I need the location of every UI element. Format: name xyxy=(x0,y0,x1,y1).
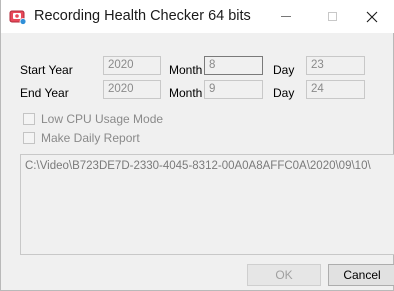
end-month-field[interactable]: 9 xyxy=(204,80,263,99)
start-year-field[interactable]: 2020 xyxy=(103,56,161,75)
start-day-label: Day xyxy=(273,63,295,77)
output-path-box[interactable]: C:\Video\B723DE7D-2330-4045-8312-00A0A8A… xyxy=(20,154,394,255)
daily-report-label: Make Daily Report xyxy=(41,131,140,145)
close-icon xyxy=(366,11,378,22)
minimize-button[interactable] xyxy=(263,0,309,33)
end-year-field[interactable]: 2020 xyxy=(103,80,161,99)
start-month-label: Month xyxy=(169,63,203,77)
end-year-label: End Year xyxy=(20,86,69,100)
start-month-field[interactable]: 8 xyxy=(204,56,263,75)
start-year-label: Start Year xyxy=(20,63,73,77)
start-day-field[interactable]: 23 xyxy=(306,56,365,75)
minimize-icon xyxy=(281,16,291,17)
end-month-label: Month xyxy=(169,86,203,100)
dialog-window: Recording Health Checker 64 bits Start Y… xyxy=(0,0,394,291)
window-title: Recording Health Checker 64 bits xyxy=(34,8,251,24)
daily-report-checkbox-box[interactable] xyxy=(23,132,35,144)
cancel-button[interactable]: Cancel xyxy=(328,264,394,286)
daily-report-checkbox[interactable]: Make Daily Report xyxy=(23,131,140,145)
end-day-label: Day xyxy=(273,86,295,100)
low-cpu-label: Low CPU Usage Mode xyxy=(41,112,164,126)
end-day-field[interactable]: 24 xyxy=(306,80,365,99)
ok-button[interactable]: OK xyxy=(247,264,321,286)
low-cpu-checkbox-box[interactable] xyxy=(23,113,35,125)
maximize-icon xyxy=(327,12,337,21)
app-icon xyxy=(9,10,27,25)
close-button[interactable] xyxy=(349,0,394,33)
low-cpu-checkbox[interactable]: Low CPU Usage Mode xyxy=(23,112,163,126)
title-bar[interactable]: Recording Health Checker 64 bits xyxy=(1,0,394,33)
